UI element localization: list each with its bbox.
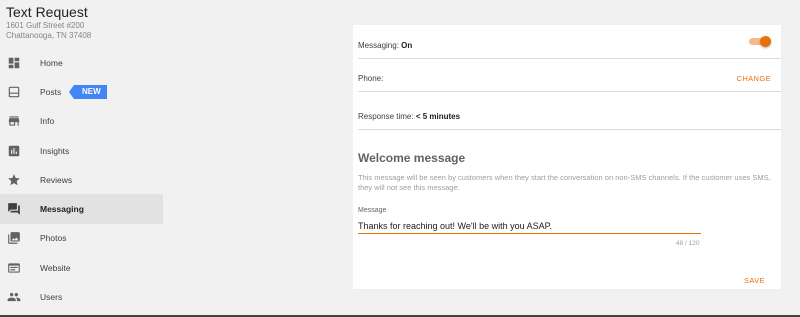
sidebar-item-photos[interactable]: Photos	[0, 224, 163, 253]
insights-icon	[7, 144, 21, 158]
messaging-status-value: On	[401, 41, 413, 50]
business-address-line1: 1601 Gulf Street #200	[6, 21, 85, 30]
sidebar-item-home[interactable]: Home	[0, 48, 163, 77]
sidebar-item-label: Info	[40, 116, 55, 127]
business-address-line2: Chattanooga, TN 37408	[6, 31, 92, 40]
messaging-status-row: Messaging: On	[358, 25, 781, 59]
save-button[interactable]: SAVE	[744, 276, 765, 285]
sidebar-item-messaging[interactable]: Messaging	[0, 194, 163, 224]
storefront-icon	[7, 114, 21, 128]
sidebar-item-label: Photos	[40, 233, 67, 244]
dashboard-icon	[7, 56, 21, 70]
toggle-knob	[760, 36, 771, 47]
phone-row: Phone: CHANGE	[358, 59, 781, 92]
new-badge: NEW	[69, 84, 107, 99]
sidebar-item-label: Users	[40, 292, 63, 303]
website-icon	[7, 261, 21, 275]
welcome-message-description: This message will be seen by customers w…	[358, 173, 771, 192]
sidebar-item-reviews[interactable]: Reviews	[0, 165, 163, 194]
sidebar-item-label: Website	[40, 262, 71, 273]
users-icon	[7, 290, 21, 304]
sidebar-item-label: Home	[40, 57, 63, 68]
phone-label: Phone:	[358, 74, 384, 83]
welcome-message-input[interactable]	[358, 218, 701, 234]
response-time-value: < 5 minutes	[415, 112, 461, 121]
sidebar-item-website[interactable]: Website	[0, 253, 163, 282]
response-time-row: Response time: < 5 minutes	[358, 92, 781, 130]
messaging-settings-panel: Messaging: On Phone: CHANGE Response tim…	[353, 25, 781, 289]
character-counter: 48 / 120	[676, 240, 700, 247]
messaging-status-text: Messaging: On	[358, 41, 412, 50]
sidebar-item-info[interactable]: Info	[0, 107, 163, 136]
sidebar-item-label: Insights	[40, 145, 70, 156]
sidebar: Text Request 1601 Gulf Street #200 Chatt…	[0, 0, 163, 317]
chat-icon	[7, 202, 21, 216]
welcome-message-title: Welcome message	[358, 151, 466, 165]
response-time-text: Response time: < 5 minutes	[358, 112, 460, 121]
sidebar-nav: Home Posts NEW Info Insights Reviews Mes…	[0, 48, 163, 312]
message-field-label: Message	[358, 207, 387, 214]
response-time-label: Response time:	[358, 112, 416, 121]
sidebar-item-label: Posts	[40, 86, 62, 97]
star-icon	[7, 173, 21, 187]
posts-icon	[7, 85, 21, 99]
photos-icon	[7, 231, 21, 245]
sidebar-item-users[interactable]: Users	[0, 282, 163, 311]
sidebar-item-label: Messaging	[40, 204, 84, 215]
sidebar-item-label: Reviews	[40, 174, 73, 185]
messaging-toggle[interactable]	[749, 36, 771, 47]
sidebar-item-insights[interactable]: Insights	[0, 136, 163, 165]
business-name: Text Request	[6, 4, 88, 20]
messaging-status-label: Messaging:	[358, 41, 402, 50]
change-phone-button[interactable]: CHANGE	[737, 74, 772, 83]
sidebar-item-posts[interactable]: Posts NEW	[0, 77, 163, 106]
